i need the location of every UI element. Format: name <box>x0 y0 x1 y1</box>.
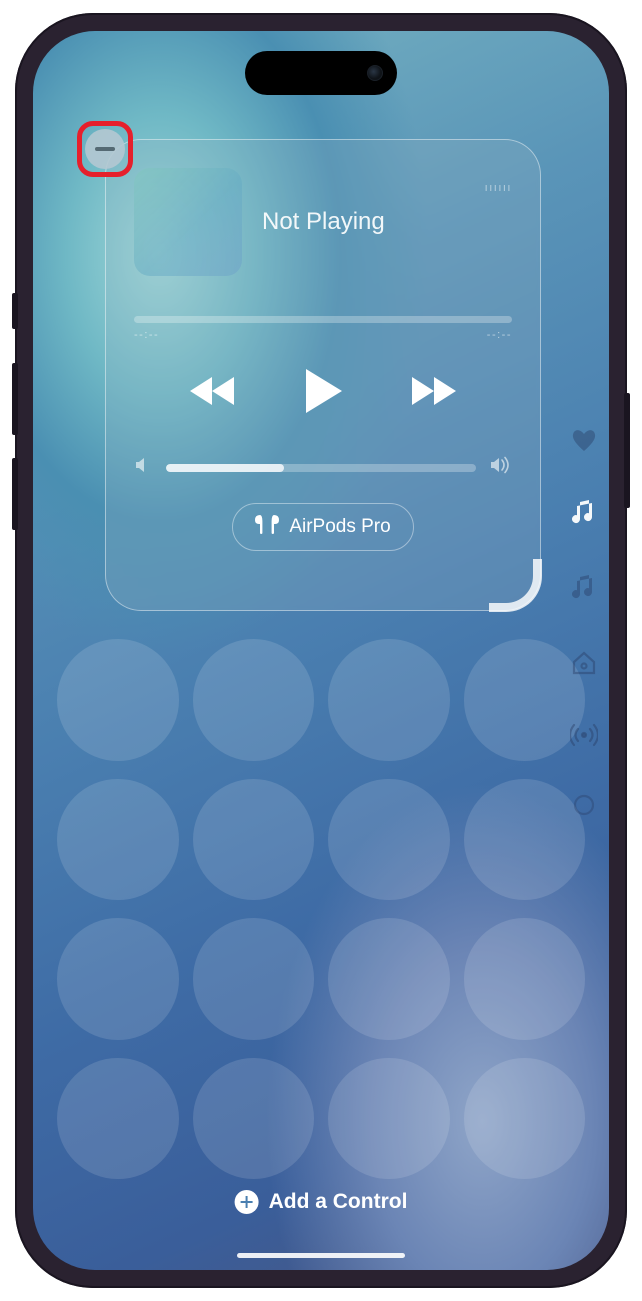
minus-icon <box>95 147 115 151</box>
side-switch <box>12 293 18 329</box>
front-camera <box>367 65 383 81</box>
iphone-frame: Not Playing ıııııı --:-- --:-- <box>15 13 627 1288</box>
audio-output-label: AirPods Pro <box>289 516 390 538</box>
control-slot[interactable] <box>193 918 315 1040</box>
play-button[interactable] <box>302 367 344 420</box>
control-slot[interactable] <box>328 779 450 901</box>
control-slot[interactable] <box>57 918 179 1040</box>
home-icon[interactable] <box>571 650 597 681</box>
airpods-icon <box>255 514 279 540</box>
volume-down-button <box>12 458 18 530</box>
music-widget[interactable]: Not Playing ıııııı --:-- --:-- <box>105 139 541 611</box>
remove-widget-button[interactable] <box>85 129 125 169</box>
forward-button[interactable] <box>406 374 458 413</box>
resize-handle[interactable] <box>504 574 546 616</box>
control-slot[interactable] <box>464 1058 586 1180</box>
control-slot[interactable] <box>328 1058 450 1180</box>
home-indicator[interactable] <box>237 1253 405 1258</box>
control-slot[interactable] <box>328 639 450 761</box>
control-slot[interactable] <box>57 1058 179 1180</box>
control-slot[interactable] <box>57 639 179 761</box>
dynamic-island <box>245 51 397 95</box>
control-placeholder-grid <box>57 639 585 1179</box>
music-note-icon[interactable] <box>572 500 596 533</box>
music-note-alt-icon[interactable] <box>572 575 596 608</box>
add-control-label: Add a Control <box>269 1190 408 1214</box>
control-slot[interactable] <box>464 918 586 1040</box>
control-slot[interactable] <box>193 1058 315 1180</box>
volume-high-icon <box>490 456 512 479</box>
heart-icon[interactable] <box>571 429 597 458</box>
plus-circle-icon <box>235 1190 259 1214</box>
control-slot[interactable] <box>57 779 179 901</box>
progress-slider[interactable] <box>134 316 512 323</box>
control-slot[interactable] <box>328 918 450 1040</box>
volume-low-icon <box>134 456 152 479</box>
control-slot[interactable] <box>193 779 315 901</box>
volume-slider[interactable] <box>166 464 476 472</box>
album-art-placeholder <box>134 168 242 276</box>
control-slot[interactable] <box>193 639 315 761</box>
page-indicator-rail <box>563 429 605 821</box>
rewind-button[interactable] <box>188 374 240 413</box>
elapsed-time: --:-- <box>134 329 159 341</box>
audio-output-button[interactable]: AirPods Pro <box>232 503 413 551</box>
volume-up-button <box>12 363 18 435</box>
empty-page-icon[interactable] <box>573 794 595 821</box>
remaining-time: --:-- <box>487 329 512 341</box>
track-title: Not Playing <box>262 208 465 236</box>
connectivity-icon[interactable] <box>570 723 598 752</box>
power-button <box>624 393 630 508</box>
add-control-button[interactable]: Add a Control <box>235 1190 408 1214</box>
screen: Not Playing ıııııı --:-- --:-- <box>33 31 609 1270</box>
sound-wave-icon: ıııııı <box>485 182 512 194</box>
